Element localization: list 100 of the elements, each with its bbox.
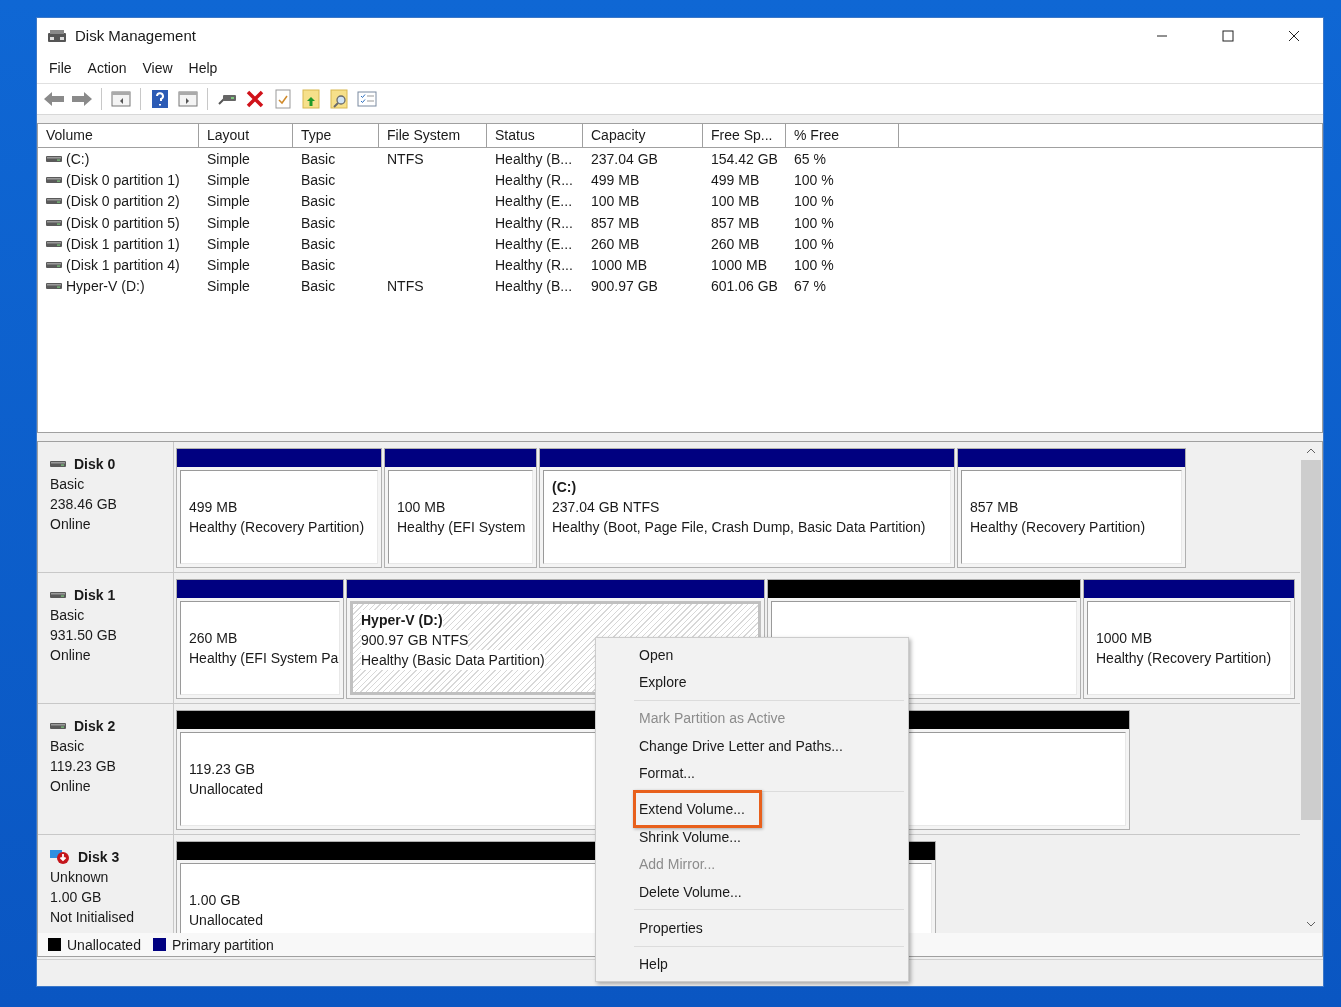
partition-status: Healthy (Recovery Partition)	[189, 518, 365, 537]
column-header[interactable]: Layout	[199, 124, 293, 147]
menu-label: Delete Volume...	[639, 883, 742, 900]
window-title: Disk Management	[75, 27, 197, 44]
maximize-icon[interactable]	[1222, 29, 1234, 42]
partition-size: 119.23 GB	[189, 760, 255, 779]
disk-name: Disk 0	[74, 456, 116, 472]
disk-name: Disk 3	[78, 849, 120, 865]
table-cell: 237.04 GB	[591, 150, 658, 167]
menu-item[interactable]: Change Drive Letter and Paths...	[598, 732, 906, 760]
table-cell: 100 MB	[711, 193, 760, 210]
partition-status: Healthy (Recovery Partition)	[1096, 649, 1272, 668]
table-cell: Healthy (B...	[495, 278, 573, 295]
disk-size: 119.23 GB	[50, 757, 117, 776]
table-cell: Simple	[207, 257, 250, 274]
disk-type: Unknown	[50, 868, 110, 887]
table-cell: Basic	[301, 193, 336, 210]
disk-state: Not Initialised	[50, 908, 136, 927]
partition-size: 237.04 GB NTFS	[552, 498, 660, 517]
table-cell: Simple	[207, 193, 250, 210]
table-cell: Simple	[207, 278, 250, 295]
table-cell: NTFS	[387, 150, 424, 167]
menu-label: Open	[639, 646, 674, 663]
table-cell: (Disk 1 partition 1)	[66, 235, 180, 252]
menu-item[interactable]: Help	[180, 60, 226, 76]
partition-status: Unallocated	[189, 780, 263, 799]
table-cell: (Disk 0 partition 2)	[66, 193, 180, 210]
table-cell: Healthy (R...	[495, 171, 573, 188]
table-cell: 100 %	[794, 257, 834, 274]
partition-size: 1000 MB	[1096, 629, 1153, 648]
disk-state: Online	[50, 515, 92, 534]
table-cell: Hyper-V (D:)	[66, 278, 145, 295]
partition-size: 1.00 GB	[189, 891, 241, 910]
column-header[interactable]: % Free	[786, 124, 899, 147]
table-cell: 65 %	[794, 150, 826, 167]
drive-icon	[50, 722, 66, 730]
partition[interactable]: (C:) 237.04 GB NTFS Healthy (Boot, Page File, Crash Dump, Basic Data Partition)	[539, 448, 955, 568]
partition-status: Healthy (EFI System Pa	[189, 649, 339, 668]
table-cell: 100 %	[794, 171, 834, 188]
partition[interactable]: 1000 MB Healthy (Recovery Partition)	[1083, 579, 1295, 699]
table-cell: NTFS	[387, 278, 424, 295]
table-cell: Basic	[301, 214, 336, 231]
partition[interactable]: 100 MB Healthy (EFI System	[384, 448, 537, 568]
table-cell: Healthy (B...	[495, 150, 573, 167]
partition-name: (C:)	[552, 478, 577, 497]
table-cell: 260 MB	[591, 235, 640, 252]
column-header[interactable]: File System	[379, 124, 487, 147]
partition-status: Healthy (Basic Data Partition)	[361, 650, 545, 670]
menu-item[interactable]: Format...	[598, 759, 906, 787]
column-header[interactable]: Volume	[38, 124, 199, 147]
table-cell: Basic	[301, 278, 336, 295]
disk-state: Online	[50, 646, 92, 665]
table-cell: Healthy (R...	[495, 214, 573, 231]
table-cell: 857 MB	[591, 214, 640, 231]
table-cell: (C:)	[66, 150, 90, 167]
partition-size: 499 MB	[189, 498, 238, 517]
table-cell: (Disk 0 partition 1)	[66, 171, 180, 188]
disk-state: Online	[50, 777, 92, 796]
table-cell: 100 MB	[591, 193, 640, 210]
partition[interactable]: 260 MB Healthy (EFI System Pa	[176, 579, 344, 699]
table-cell: 601.06 GB	[711, 278, 778, 295]
table-cell: 499 MB	[711, 171, 760, 188]
scroll-down-icon[interactable]	[1306, 921, 1316, 927]
menu-label: Properties	[639, 919, 703, 936]
partition-name: Hyper-V (D:)	[361, 610, 443, 630]
close-icon[interactable]	[1288, 29, 1300, 42]
partition[interactable]: 857 MB Healthy (Recovery Partition)	[957, 448, 1186, 568]
column-header[interactable]: Type	[293, 124, 379, 147]
menu-item[interactable]: View	[134, 60, 181, 76]
table-cell: 100 %	[794, 214, 834, 231]
table-cell: Basic	[301, 235, 336, 252]
menu-item[interactable]: Action	[79, 60, 135, 76]
partition-status: Healthy (Recovery Partition)	[970, 518, 1146, 537]
drive-icon	[46, 261, 62, 270]
partition[interactable]: 499 MB Healthy (Recovery Partition)	[176, 448, 382, 568]
column-header[interactable]: Capacity	[583, 124, 703, 147]
menu-item[interactable]: Help	[598, 950, 906, 978]
disk-error-icon	[50, 849, 70, 865]
partition-size: 100 MB	[397, 498, 446, 517]
table-cell: 857 MB	[711, 214, 760, 231]
legend-label: Unallocated	[67, 936, 141, 953]
menu-item[interactable]: Delete Volume...	[598, 877, 906, 906]
disk-type: Basic	[50, 475, 86, 494]
table-cell: (Disk 1 partition 4)	[66, 257, 180, 274]
partition-size: 857 MB	[970, 498, 1019, 517]
table-cell: 100 %	[794, 193, 834, 210]
partition-status: Unallocated	[189, 911, 263, 930]
table-cell: 499 MB	[591, 171, 640, 188]
disk-size: 238.46 GB	[50, 495, 118, 514]
menu-item[interactable]: File	[41, 60, 80, 76]
legend-label: Primary partition	[171, 936, 274, 953]
column-header[interactable]: Status	[487, 124, 583, 147]
menu-label: Change Drive Letter and Paths...	[639, 737, 843, 754]
table-cell: 900.97 GB	[591, 278, 658, 295]
column-header[interactable]: Free Sp...	[703, 124, 786, 147]
disk-name: Disk 1	[74, 587, 116, 603]
scroll-up-icon[interactable]	[1306, 448, 1316, 454]
table-cell: (Disk 0 partition 5)	[66, 214, 180, 231]
drive-icon	[46, 282, 62, 291]
table-cell: 1000 MB	[591, 257, 648, 274]
